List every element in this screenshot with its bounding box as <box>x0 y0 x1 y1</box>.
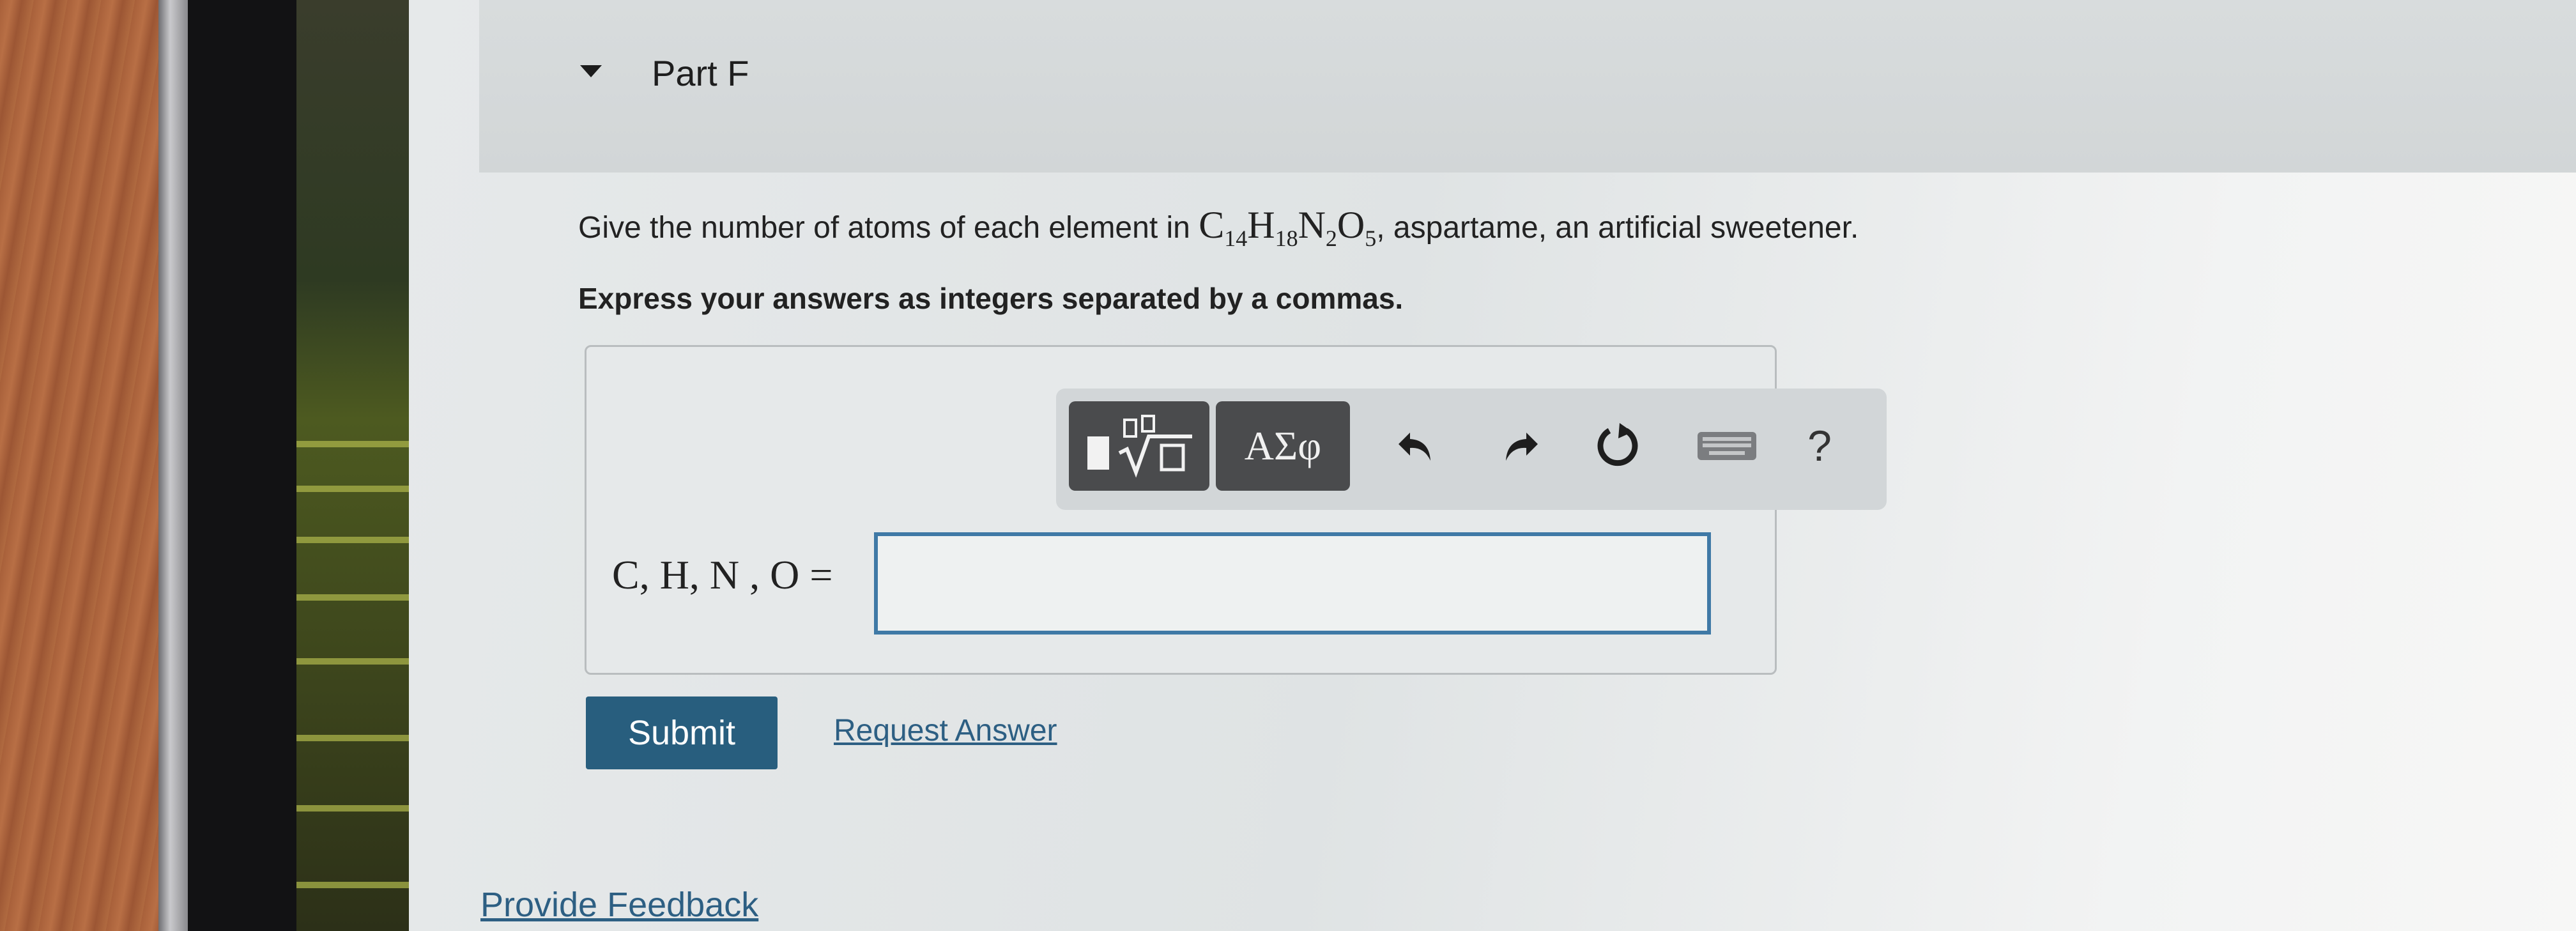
templates-icon <box>1087 415 1192 478</box>
collapse-caret-icon[interactable] <box>580 65 602 77</box>
formula-subscript: 2 <box>1325 226 1337 251</box>
chemical-formula: C14H18N2O5 <box>1199 204 1376 251</box>
formula-element: O <box>1337 204 1365 246</box>
part-title: Part F <box>652 53 749 93</box>
undo-icon <box>1399 433 1430 461</box>
instruction-text: Express your answers as integers separat… <box>578 282 1404 315</box>
wallpaper-stripe <box>296 486 409 492</box>
desktop-wallpaper <box>296 0 409 931</box>
answer-label: C, H, N , O = <box>612 552 833 597</box>
formula-element: C <box>1199 204 1225 246</box>
reset-button[interactable] <box>1586 414 1650 478</box>
desk-background <box>0 0 185 931</box>
question-text: Give the number of atoms of each element… <box>578 203 1859 252</box>
provide-feedback-link[interactable]: Provide Feedback <box>480 885 758 925</box>
keyboard-button[interactable] <box>1695 414 1759 478</box>
help-icon: ? <box>1807 422 1832 470</box>
redo-button[interactable] <box>1487 414 1551 478</box>
templates-button[interactable] <box>1069 401 1209 491</box>
math-toolbar: ΑΣφ ? <box>1056 389 1887 510</box>
formula-subscript: 18 <box>1275 226 1298 251</box>
keyboard-icon <box>1698 432 1756 460</box>
reset-icon <box>1597 423 1638 466</box>
answer-input[interactable] <box>874 532 1711 635</box>
help-button[interactable]: ? <box>1788 414 1851 478</box>
formula-element: N <box>1298 204 1326 246</box>
submit-button[interactable]: Submit <box>586 696 778 769</box>
answer-panel: ΑΣφ ? C, H, N , O = <box>585 345 1887 675</box>
wallpaper-stripe <box>296 658 409 665</box>
question-suffix: , aspartame, an artificial sweetener. <box>1376 211 1859 245</box>
wallpaper-stripe <box>296 537 409 543</box>
laptop-edge <box>158 0 188 931</box>
part-header[interactable]: Part F <box>479 0 2576 173</box>
wallpaper-stripe <box>296 441 409 447</box>
redo-icon <box>1506 433 1538 461</box>
formula-subscript: 5 <box>1365 226 1377 251</box>
undo-button[interactable] <box>1385 414 1449 478</box>
formula-element: H <box>1247 204 1275 246</box>
greek-symbols-button[interactable]: ΑΣφ <box>1216 401 1350 491</box>
browser-content: Part F Give the number of atoms of each … <box>409 0 2576 931</box>
screen-bezel <box>188 0 296 931</box>
wallpaper-stripe <box>296 735 409 741</box>
request-answer-link[interactable]: Request Answer <box>834 713 1057 748</box>
wallpaper-stripe <box>296 882 409 888</box>
question-prefix: Give the number of atoms of each element… <box>578 211 1199 245</box>
greek-symbols-icon: ΑΣφ <box>1244 423 1322 468</box>
wallpaper-stripe <box>296 805 409 812</box>
formula-subscript: 14 <box>1224 226 1248 251</box>
wallpaper-stripe <box>296 594 409 601</box>
